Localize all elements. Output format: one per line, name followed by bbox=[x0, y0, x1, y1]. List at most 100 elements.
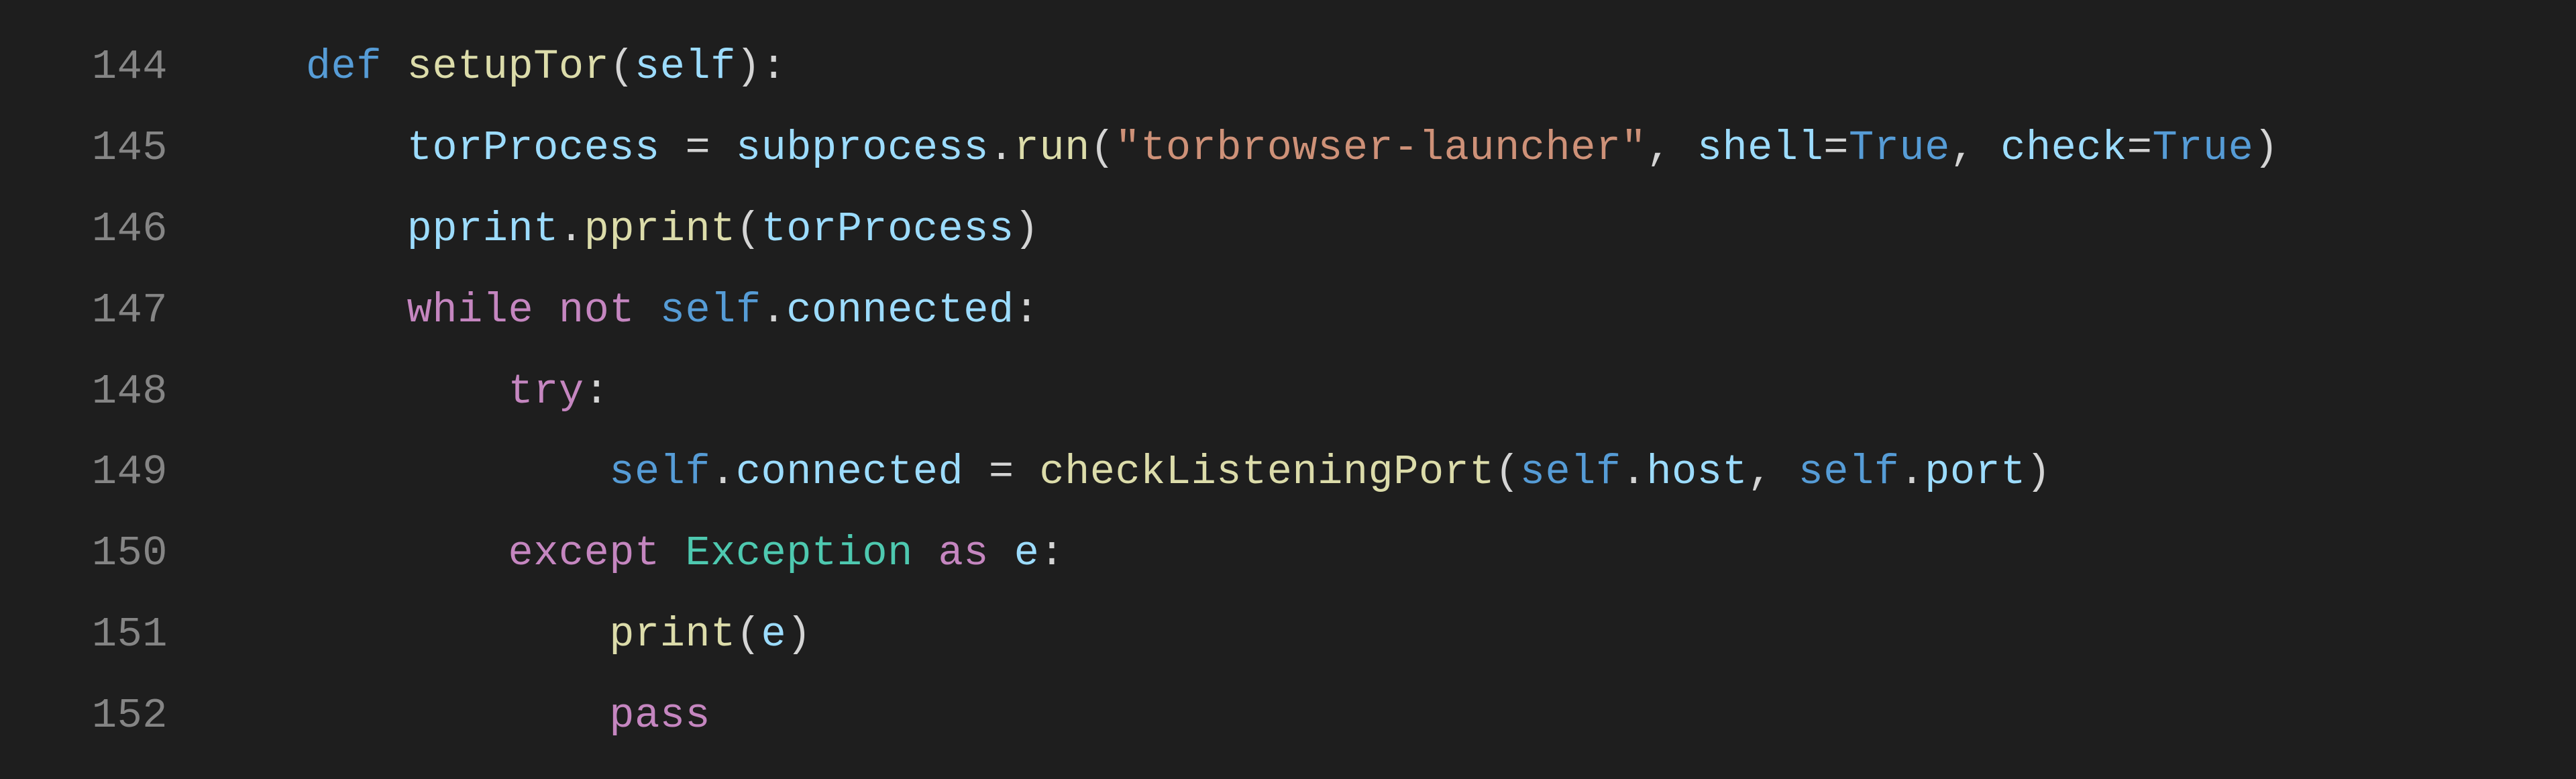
token: ( bbox=[609, 43, 635, 91]
code-content[interactable]: torProcess = subprocess.run("torbrowser-… bbox=[205, 108, 2576, 189]
token: self bbox=[1520, 448, 1621, 496]
line-number: 149 bbox=[0, 432, 205, 513]
token: = bbox=[2127, 124, 2153, 172]
code-content[interactable]: pass bbox=[205, 676, 2576, 757]
token: ( bbox=[736, 205, 761, 253]
token: shell bbox=[1697, 124, 1824, 172]
token: . bbox=[989, 124, 1014, 172]
token: ) bbox=[786, 611, 812, 658]
token: connected bbox=[786, 287, 1014, 334]
token: pass bbox=[609, 692, 710, 739]
token: "torbrowser-launcher" bbox=[1116, 124, 1647, 172]
token: e bbox=[761, 611, 787, 658]
token: port bbox=[1925, 448, 2026, 496]
token bbox=[963, 448, 989, 496]
code-content[interactable]: while not self.connected: bbox=[205, 270, 2576, 352]
token: check bbox=[2000, 124, 2127, 172]
token: not bbox=[559, 287, 635, 334]
token: torProcess bbox=[407, 124, 660, 172]
code-line[interactable]: 144 def setupTor(self): bbox=[0, 27, 2576, 108]
code-line[interactable]: 148 try: bbox=[0, 352, 2576, 433]
token: checkListeningPort bbox=[1039, 448, 1495, 496]
token: ) bbox=[2026, 448, 2051, 496]
token: try bbox=[508, 368, 584, 415]
token: Exception bbox=[685, 529, 912, 577]
line-number: 150 bbox=[0, 513, 205, 594]
code-content[interactable]: print(e) bbox=[205, 594, 2576, 676]
line-number: 145 bbox=[0, 108, 205, 189]
line-number: 152 bbox=[0, 676, 205, 757]
line-number: 146 bbox=[0, 189, 205, 270]
token bbox=[913, 529, 938, 577]
token bbox=[660, 529, 686, 577]
indent bbox=[205, 124, 407, 172]
code-line[interactable]: 145 torProcess = subprocess.run("torbrow… bbox=[0, 108, 2576, 189]
token: , bbox=[1748, 448, 1798, 496]
token: True bbox=[2153, 124, 2254, 172]
token: self bbox=[609, 448, 710, 496]
token: pprint bbox=[407, 205, 559, 253]
token: . bbox=[1621, 448, 1647, 496]
code-content[interactable]: def setupTor(self): bbox=[205, 27, 2576, 108]
code-content[interactable]: try: bbox=[205, 352, 2576, 433]
token: subprocess bbox=[736, 124, 989, 172]
token: , bbox=[1950, 124, 2000, 172]
indent bbox=[205, 611, 609, 658]
token: ( bbox=[1090, 124, 1116, 172]
code-editor[interactable]: 144 def setupTor(self):145 torProcess = … bbox=[0, 0, 2576, 779]
token: host bbox=[1646, 448, 1748, 496]
token: as bbox=[938, 529, 989, 577]
token: def bbox=[306, 43, 382, 91]
token: ) bbox=[2253, 124, 2279, 172]
line-number: 151 bbox=[0, 594, 205, 676]
code-line[interactable]: 150 except Exception as e: bbox=[0, 513, 2576, 594]
token bbox=[382, 43, 407, 91]
code-line[interactable]: 147 while not self.connected: bbox=[0, 270, 2576, 352]
indent bbox=[205, 43, 306, 91]
indent bbox=[205, 692, 609, 739]
token: True bbox=[1849, 124, 1950, 172]
token: self bbox=[660, 287, 761, 334]
token: ): bbox=[736, 43, 786, 91]
token: : bbox=[584, 368, 610, 415]
code-content[interactable]: self.connected = checkListeningPort(self… bbox=[205, 432, 2576, 513]
token bbox=[533, 287, 559, 334]
token: pprint bbox=[584, 205, 736, 253]
indent bbox=[205, 368, 508, 415]
token: : bbox=[1014, 287, 1040, 334]
code-content[interactable]: except Exception as e: bbox=[205, 513, 2576, 594]
code-content[interactable]: pprint.pprint(torProcess) bbox=[205, 189, 2576, 270]
code-line[interactable]: 151 print(e) bbox=[0, 594, 2576, 676]
token: torProcess bbox=[761, 205, 1014, 253]
token: , bbox=[1646, 124, 1697, 172]
token: . bbox=[1899, 448, 1925, 496]
token: run bbox=[1014, 124, 1090, 172]
token bbox=[710, 124, 736, 172]
line-number: 148 bbox=[0, 352, 205, 433]
token: . bbox=[710, 448, 736, 496]
token bbox=[989, 529, 1014, 577]
code-line[interactable]: 152 pass bbox=[0, 676, 2576, 757]
token: : bbox=[1039, 529, 1065, 577]
token: = bbox=[989, 448, 1014, 496]
code-line[interactable]: 146 pprint.pprint(torProcess) bbox=[0, 189, 2576, 270]
token: = bbox=[1823, 124, 1849, 172]
token: . bbox=[559, 205, 584, 253]
token: print bbox=[609, 611, 736, 658]
token: self bbox=[1799, 448, 1900, 496]
token: setupTor bbox=[407, 43, 610, 91]
token: e bbox=[1014, 529, 1040, 577]
token: ( bbox=[1495, 448, 1520, 496]
token bbox=[660, 124, 686, 172]
indent bbox=[205, 205, 407, 253]
token: self bbox=[635, 43, 736, 91]
token: ( bbox=[736, 611, 761, 658]
token: while bbox=[407, 287, 534, 334]
line-number: 147 bbox=[0, 270, 205, 352]
code-line[interactable]: 149 self.connected = checkListeningPort(… bbox=[0, 432, 2576, 513]
token: ) bbox=[1014, 205, 1040, 253]
token: = bbox=[685, 124, 710, 172]
token: connected bbox=[736, 448, 963, 496]
token: except bbox=[508, 529, 659, 577]
token: . bbox=[761, 287, 787, 334]
